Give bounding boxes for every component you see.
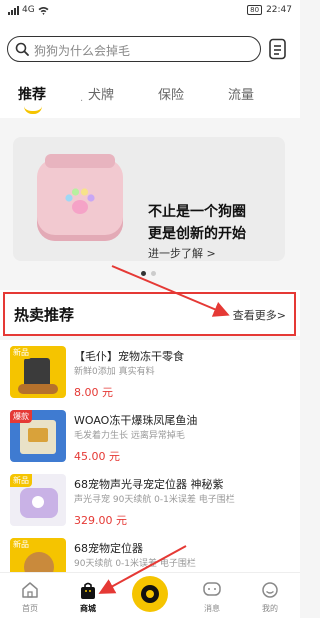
product-price: 45.00 元	[74, 450, 120, 463]
product-name: 68宠物定位器	[74, 542, 143, 555]
carousel-dot-active[interactable]	[141, 271, 146, 276]
product-name: WOAO冻干爆珠凤尾鱼油	[74, 414, 198, 427]
tabbar-shop[interactable]: 商城	[58, 573, 118, 618]
tab-dog-tag[interactable]: 犬牌	[88, 84, 114, 103]
promo-banner[interactable]: 不止是一个狗圈 更是创新的开始 进一步了解 >	[13, 137, 285, 261]
product-thumbnail: 新品	[10, 474, 66, 526]
product-thumbnail: 新品	[10, 538, 66, 572]
banner-title-line1: 不止是一个狗圈	[148, 204, 246, 220]
tab-separator: ·	[80, 96, 84, 107]
status-left: 4G	[8, 5, 49, 15]
status-bar: 4G 80 22:47	[0, 0, 300, 22]
product-desc: 毛发着力生长 远离异常掉毛	[74, 431, 185, 441]
wifi-icon	[38, 6, 49, 15]
pet-collar-device-image	[37, 154, 123, 241]
home-icon	[22, 582, 38, 598]
tabbar-profile-label: 我的	[262, 604, 278, 613]
carousel-dot[interactable]	[151, 271, 156, 276]
product-tag: 新品	[10, 538, 32, 551]
search-placeholder: 狗狗为什么会掉毛	[34, 44, 131, 58]
profile-icon	[262, 582, 278, 598]
center-action-button[interactable]	[132, 576, 168, 612]
product-price: 329.00 元	[74, 514, 127, 527]
tab-active-indicator	[24, 106, 42, 114]
paw-icon	[65, 188, 95, 214]
center-ring-icon	[141, 585, 159, 603]
document-list-icon[interactable]	[268, 38, 288, 60]
search-input[interactable]: 狗狗为什么会掉毛	[7, 36, 261, 62]
message-icon	[203, 582, 221, 596]
battery-icon: 80	[247, 5, 263, 15]
product-tag: 爆款	[10, 410, 32, 423]
tab-recommend[interactable]: 推荐	[18, 84, 46, 104]
tabbar-shop-label: 商城	[80, 604, 96, 613]
status-time: 22:47	[266, 5, 292, 15]
product-name: 68宠物声光寻宠定位器 神秘紫	[74, 478, 224, 491]
product-name: 【毛仆】宠物冻干零食	[74, 350, 184, 363]
product-tag: 新品	[10, 474, 32, 487]
network-label: 4G	[22, 5, 35, 15]
product-tag: 新品	[10, 346, 32, 359]
banner-learn-more-link[interactable]: 进一步了解 >	[148, 245, 216, 261]
product-item[interactable]: 爆款 WOAO冻干爆珠凤尾鱼油 毛发着力生长 远离异常掉毛 45.00 元	[0, 404, 300, 468]
tab-data-plan[interactable]: 流量	[228, 84, 254, 103]
tabbar-profile[interactable]: 我的	[240, 573, 300, 618]
tabbar-home-label: 首页	[22, 604, 38, 613]
product-thumbnail: 爆款	[10, 410, 66, 462]
signal-icon	[8, 5, 19, 15]
tabbar-home[interactable]: 首页	[0, 573, 60, 618]
banner-section: 不止是一个狗圈 更是创新的开始 进一步了解 >	[0, 118, 300, 286]
product-item[interactable]: 新品 68宠物定位器 90天续航 0-1米误差 电子围栏	[0, 532, 300, 572]
product-desc: 新鲜0添加 真实有料	[74, 367, 155, 377]
product-desc: 90天续航 0-1米误差 电子围栏	[74, 559, 196, 569]
tabbar-messages[interactable]: 消息	[182, 573, 242, 618]
shop-bag-icon	[81, 582, 95, 599]
product-item[interactable]: 新品 68宠物声光寻宠定位器 神秘紫 声光寻宠 90天续航 0-1米误差 电子围…	[0, 468, 300, 532]
device-clip	[45, 154, 115, 168]
search-icon	[15, 42, 29, 56]
tab-insurance[interactable]: 保险	[158, 84, 184, 103]
banner-title-line2: 更是创新的开始	[148, 226, 246, 242]
search-header: 狗狗为什么会掉毛	[0, 22, 300, 74]
product-desc: 声光寻宠 90天续航 0-1米误差 电子围栏	[74, 495, 235, 505]
category-tabs: 推荐 · 犬牌 保险 流量	[0, 74, 300, 118]
product-list: 新品 【毛仆】宠物冻干零食 新鲜0添加 真实有料 8.00 元 爆款 WOAO冻…	[0, 340, 300, 572]
carousel-dots	[141, 271, 156, 276]
annotation-highlight-box	[3, 292, 296, 336]
status-right: 80 22:47	[247, 5, 292, 15]
product-thumbnail: 新品	[10, 346, 66, 398]
product-item[interactable]: 新品 【毛仆】宠物冻干零食 新鲜0添加 真实有料 8.00 元	[0, 340, 300, 404]
tabbar-messages-label: 消息	[204, 604, 220, 613]
product-price: 8.00 元	[74, 386, 113, 399]
